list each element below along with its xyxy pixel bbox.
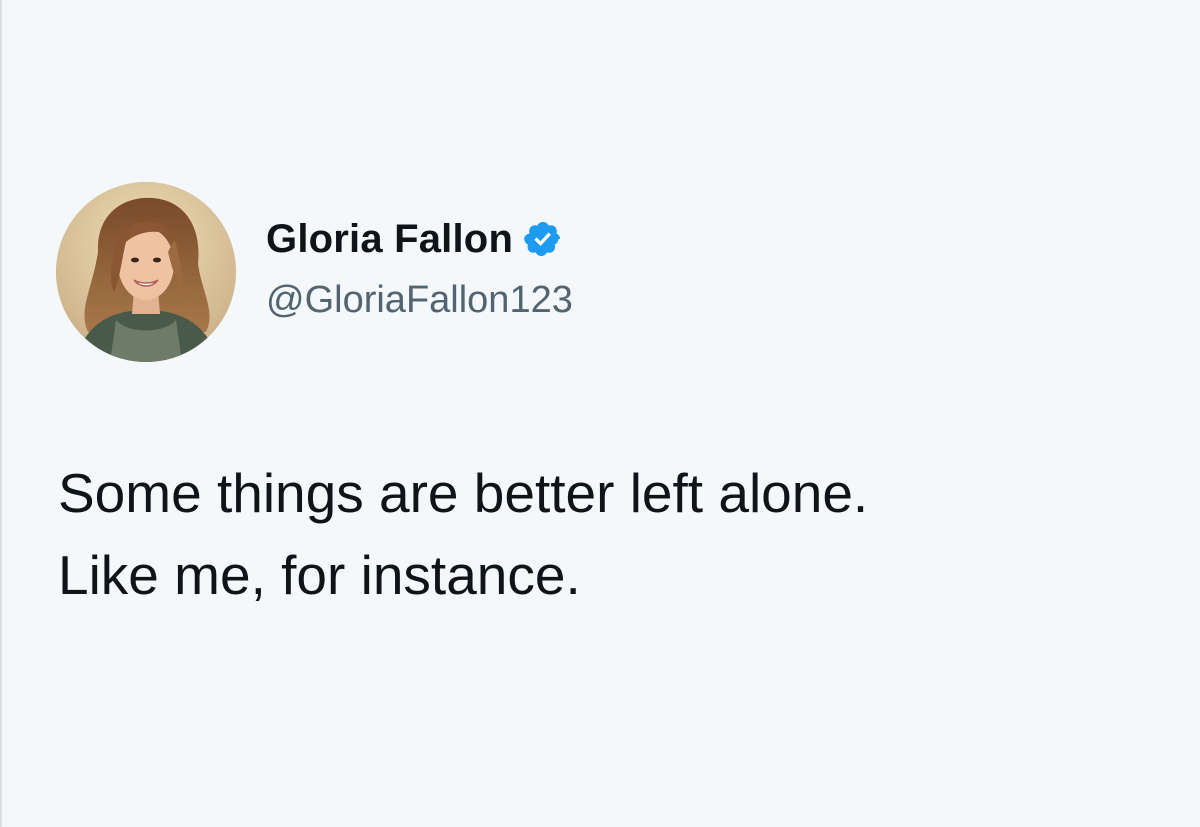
avatar[interactable] <box>56 182 236 362</box>
tweet-text-line: Some things are better left alone. <box>58 462 869 524</box>
author-display-name[interactable]: Gloria Fallon <box>266 215 513 263</box>
name-row: Gloria Fallon <box>266 215 573 263</box>
tweet-text-line: Like me, for instance. <box>58 544 581 606</box>
tweet-header: Gloria Fallon @GloriaFallon123 <box>56 182 573 362</box>
image-edge <box>0 0 2 827</box>
author-handle[interactable]: @GloriaFallon123 <box>266 277 573 323</box>
tweet-screenshot: Gloria Fallon @GloriaFallon123 Some thin… <box>0 0 1200 827</box>
author-identity: Gloria Fallon @GloriaFallon123 <box>266 215 573 323</box>
verified-badge-icon <box>523 219 563 259</box>
tweet-text: Some things are better left alone. Like … <box>58 452 1168 616</box>
avatar-photo <box>56 182 236 362</box>
